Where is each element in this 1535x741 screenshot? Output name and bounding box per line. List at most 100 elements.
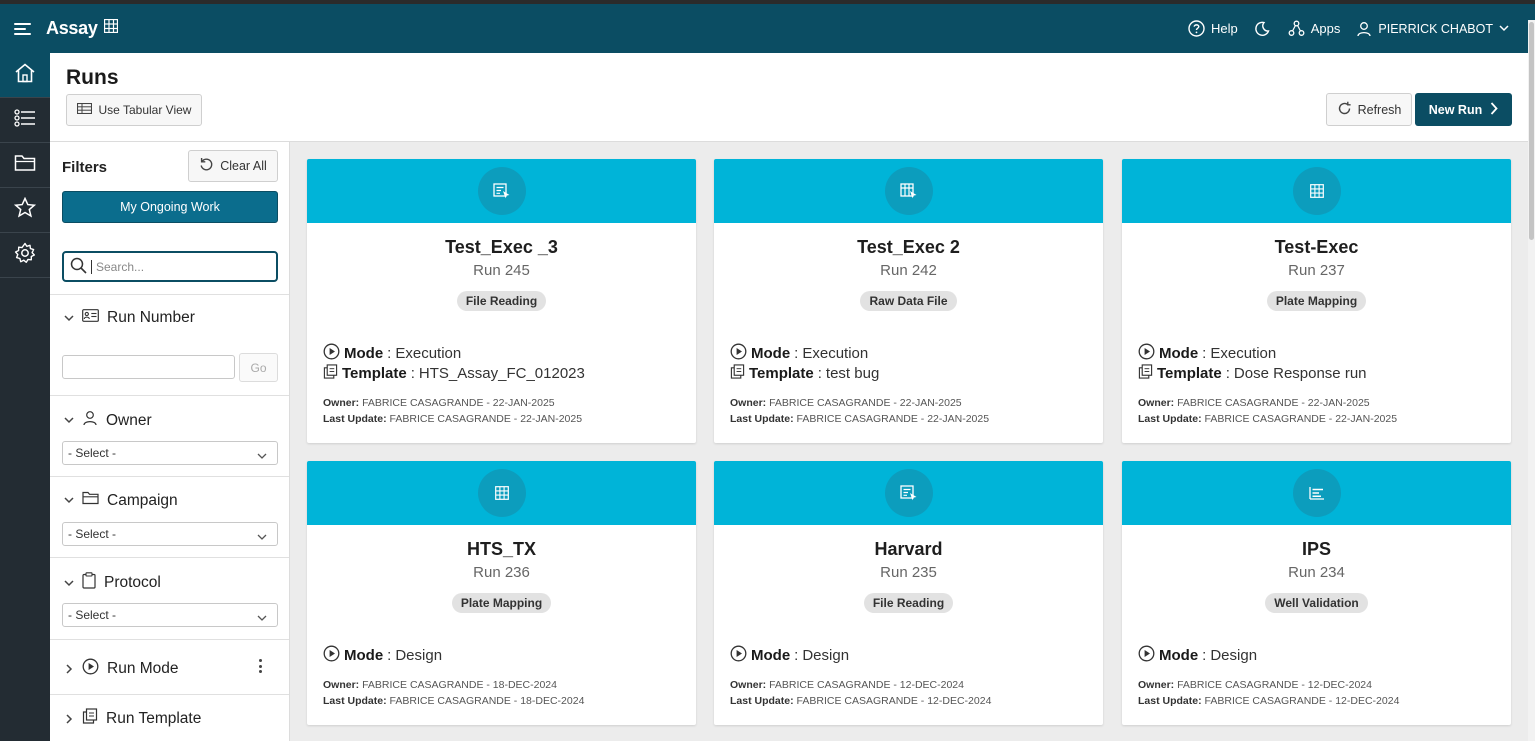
card-mode-line: Mode: Execution <box>730 343 868 364</box>
mode-label: Mode <box>751 345 791 362</box>
card-banner <box>714 461 1103 525</box>
filter-run-mode-header[interactable]: Run Mode <box>64 658 179 680</box>
card-run-number: Run 242 <box>880 262 937 279</box>
filter-owner-label: Owner <box>106 411 152 429</box>
run-number-input[interactable] <box>62 355 235 379</box>
search-placeholder: Search... <box>96 259 145 274</box>
card-run-number: Run 234 <box>1288 564 1345 581</box>
app-title[interactable]: Assay <box>46 18 98 39</box>
my-ongoing-work-button[interactable]: My Ongoing Work <box>62 191 278 223</box>
run-card[interactable]: Test-Exec Run 237 Plate Mapping Mode: Execut… <box>1122 159 1511 443</box>
clear-all-button[interactable]: Clear All <box>188 150 278 182</box>
chevron-down-icon <box>257 449 267 463</box>
filter-run-template-label: Run Template <box>106 709 202 727</box>
filters-panel: Filters Clear All My Ongoing Work Search… <box>50 142 290 741</box>
run-card[interactable]: Harvard Run 235 File Reading Mode: Design Own… <box>714 461 1103 725</box>
card-title[interactable]: Harvard <box>714 539 1103 560</box>
campaign-select[interactable]: - Select - <box>62 522 278 546</box>
dark-mode-toggle[interactable] <box>1254 21 1270 37</box>
status-badge: Raw Data File <box>860 291 957 311</box>
id-card-icon <box>82 309 99 327</box>
filter-campaign-label: Campaign <box>107 491 178 509</box>
apps-button[interactable]: Apps <box>1288 20 1340 37</box>
search-field[interactable]: Search... <box>62 251 278 282</box>
mode-value: Execution <box>802 345 869 362</box>
last-update-value: FABRICE CASAGRANDE - 22-JAN-2025 <box>796 413 990 425</box>
template-value: Dose Response run <box>1233 365 1367 382</box>
owner-select[interactable]: - Select - <box>62 441 278 465</box>
nav-settings[interactable] <box>0 233 50 278</box>
status-badge: File Reading <box>863 593 954 613</box>
new-run-button[interactable]: New Run <box>1415 93 1512 126</box>
mode-label: Mode <box>344 647 384 664</box>
chevron-right-icon <box>1490 101 1498 118</box>
filter-run-number-header[interactable]: Run Number <box>64 309 195 327</box>
go-button[interactable]: Go <box>239 353 278 382</box>
card-template-line: Template: Dose Response run <box>1138 364 1367 383</box>
chevron-down-icon <box>64 578 74 588</box>
card-title[interactable]: IPS <box>1122 539 1511 560</box>
refresh-button[interactable]: Refresh <box>1326 93 1412 126</box>
card-title[interactable]: HTS_TX <box>307 539 696 560</box>
card-banner <box>1122 461 1511 525</box>
nav-folders[interactable] <box>0 143 50 188</box>
card-mode-line: Mode: Design <box>323 645 442 666</box>
last-update-label: Last Update: <box>323 695 387 707</box>
run-card[interactable]: HTS_TX Run 236 Plate Mapping Mode: Design Own… <box>307 461 696 725</box>
filter-protocol-header[interactable]: Protocol <box>64 572 161 594</box>
template-label: Template <box>749 365 814 382</box>
chevron-right-icon <box>64 664 74 674</box>
card-title[interactable]: Test-Exec <box>1122 237 1511 258</box>
filter-campaign-header[interactable]: Campaign <box>64 491 178 510</box>
page-scrollbar-thumb[interactable] <box>1529 22 1534 240</box>
play-circle-icon <box>82 658 99 680</box>
last-update-value: FABRICE CASAGRANDE - 22-JAN-2025 <box>389 413 583 425</box>
grid-icon <box>103 18 118 38</box>
card-title[interactable]: Test_Exec 2 <box>714 237 1103 258</box>
search-icon <box>70 257 87 277</box>
chevron-down-icon <box>257 530 267 544</box>
run-card[interactable]: Test_Exec _3 Run 245 File Reading Mode: Exec… <box>307 159 696 443</box>
play-circle-icon <box>730 645 747 666</box>
plate-grid-icon <box>1293 167 1341 215</box>
apps-icon <box>1288 20 1305 37</box>
card-owner: Owner: FABRICE CASAGRANDE - 22-JAN-2025 <box>323 397 555 409</box>
owner-value: FABRICE CASAGRANDE - 22-JAN-2025 <box>1177 397 1370 409</box>
owner-label: Owner: <box>1138 397 1175 409</box>
card-title[interactable]: Test_Exec _3 <box>307 237 696 258</box>
status-badge: Plate Mapping <box>1266 291 1367 311</box>
tabular-view-label: Use Tabular View <box>98 103 192 117</box>
card-last-update: Last Update: FABRICE CASAGRANDE - 18-DEC… <box>323 695 584 707</box>
gear-icon <box>14 242 36 269</box>
nav-favorites[interactable] <box>0 188 50 233</box>
play-circle-icon <box>323 343 340 364</box>
card-banner <box>1122 159 1511 223</box>
help-label: Help <box>1211 21 1238 36</box>
status-badge: File Reading <box>456 291 547 311</box>
user-menu[interactable]: PIERRICK CHABOT <box>1356 21 1509 37</box>
filter-owner-header[interactable]: Owner <box>64 410 152 431</box>
tabular-view-button[interactable]: Use Tabular View <box>66 94 202 126</box>
run-card[interactable]: Test_Exec 2 Run 242 Raw Data File Mode: Exec… <box>714 159 1103 443</box>
card-last-update: Last Update: FABRICE CASAGRANDE - 22-JAN… <box>730 413 989 425</box>
page-title-bar: Runs Use Tabular View Refresh New Run <box>50 53 1528 142</box>
card-template-line: Template: HTS_Assay_FC_012023 <box>323 364 585 383</box>
filter-run-template-header[interactable]: Run Template <box>64 708 201 729</box>
help-button[interactable]: Help <box>1188 20 1238 37</box>
card-run-number: Run 237 <box>1288 262 1345 279</box>
play-circle-icon <box>323 645 340 666</box>
card-last-update: Last Update: FABRICE CASAGRANDE - 12-DEC… <box>1138 695 1399 707</box>
nav-home[interactable] <box>0 53 50 98</box>
owner-label: Owner: <box>730 679 767 691</box>
card-mode-line: Mode: Design <box>730 645 849 666</box>
menu-icon[interactable] <box>14 22 34 36</box>
card-template-line: Template: test bug <box>730 364 879 383</box>
more-options-icon[interactable] <box>259 659 263 676</box>
template-icon <box>323 364 338 383</box>
nav-list[interactable] <box>0 98 50 143</box>
campaign-select-value: - Select - <box>68 527 117 541</box>
owner-label: Owner: <box>323 397 360 409</box>
template-icon <box>730 364 745 383</box>
protocol-select[interactable]: - Select - <box>62 603 278 627</box>
run-card[interactable]: IPS Run 234 Well Validation Mode: Design Owne… <box>1122 461 1511 725</box>
